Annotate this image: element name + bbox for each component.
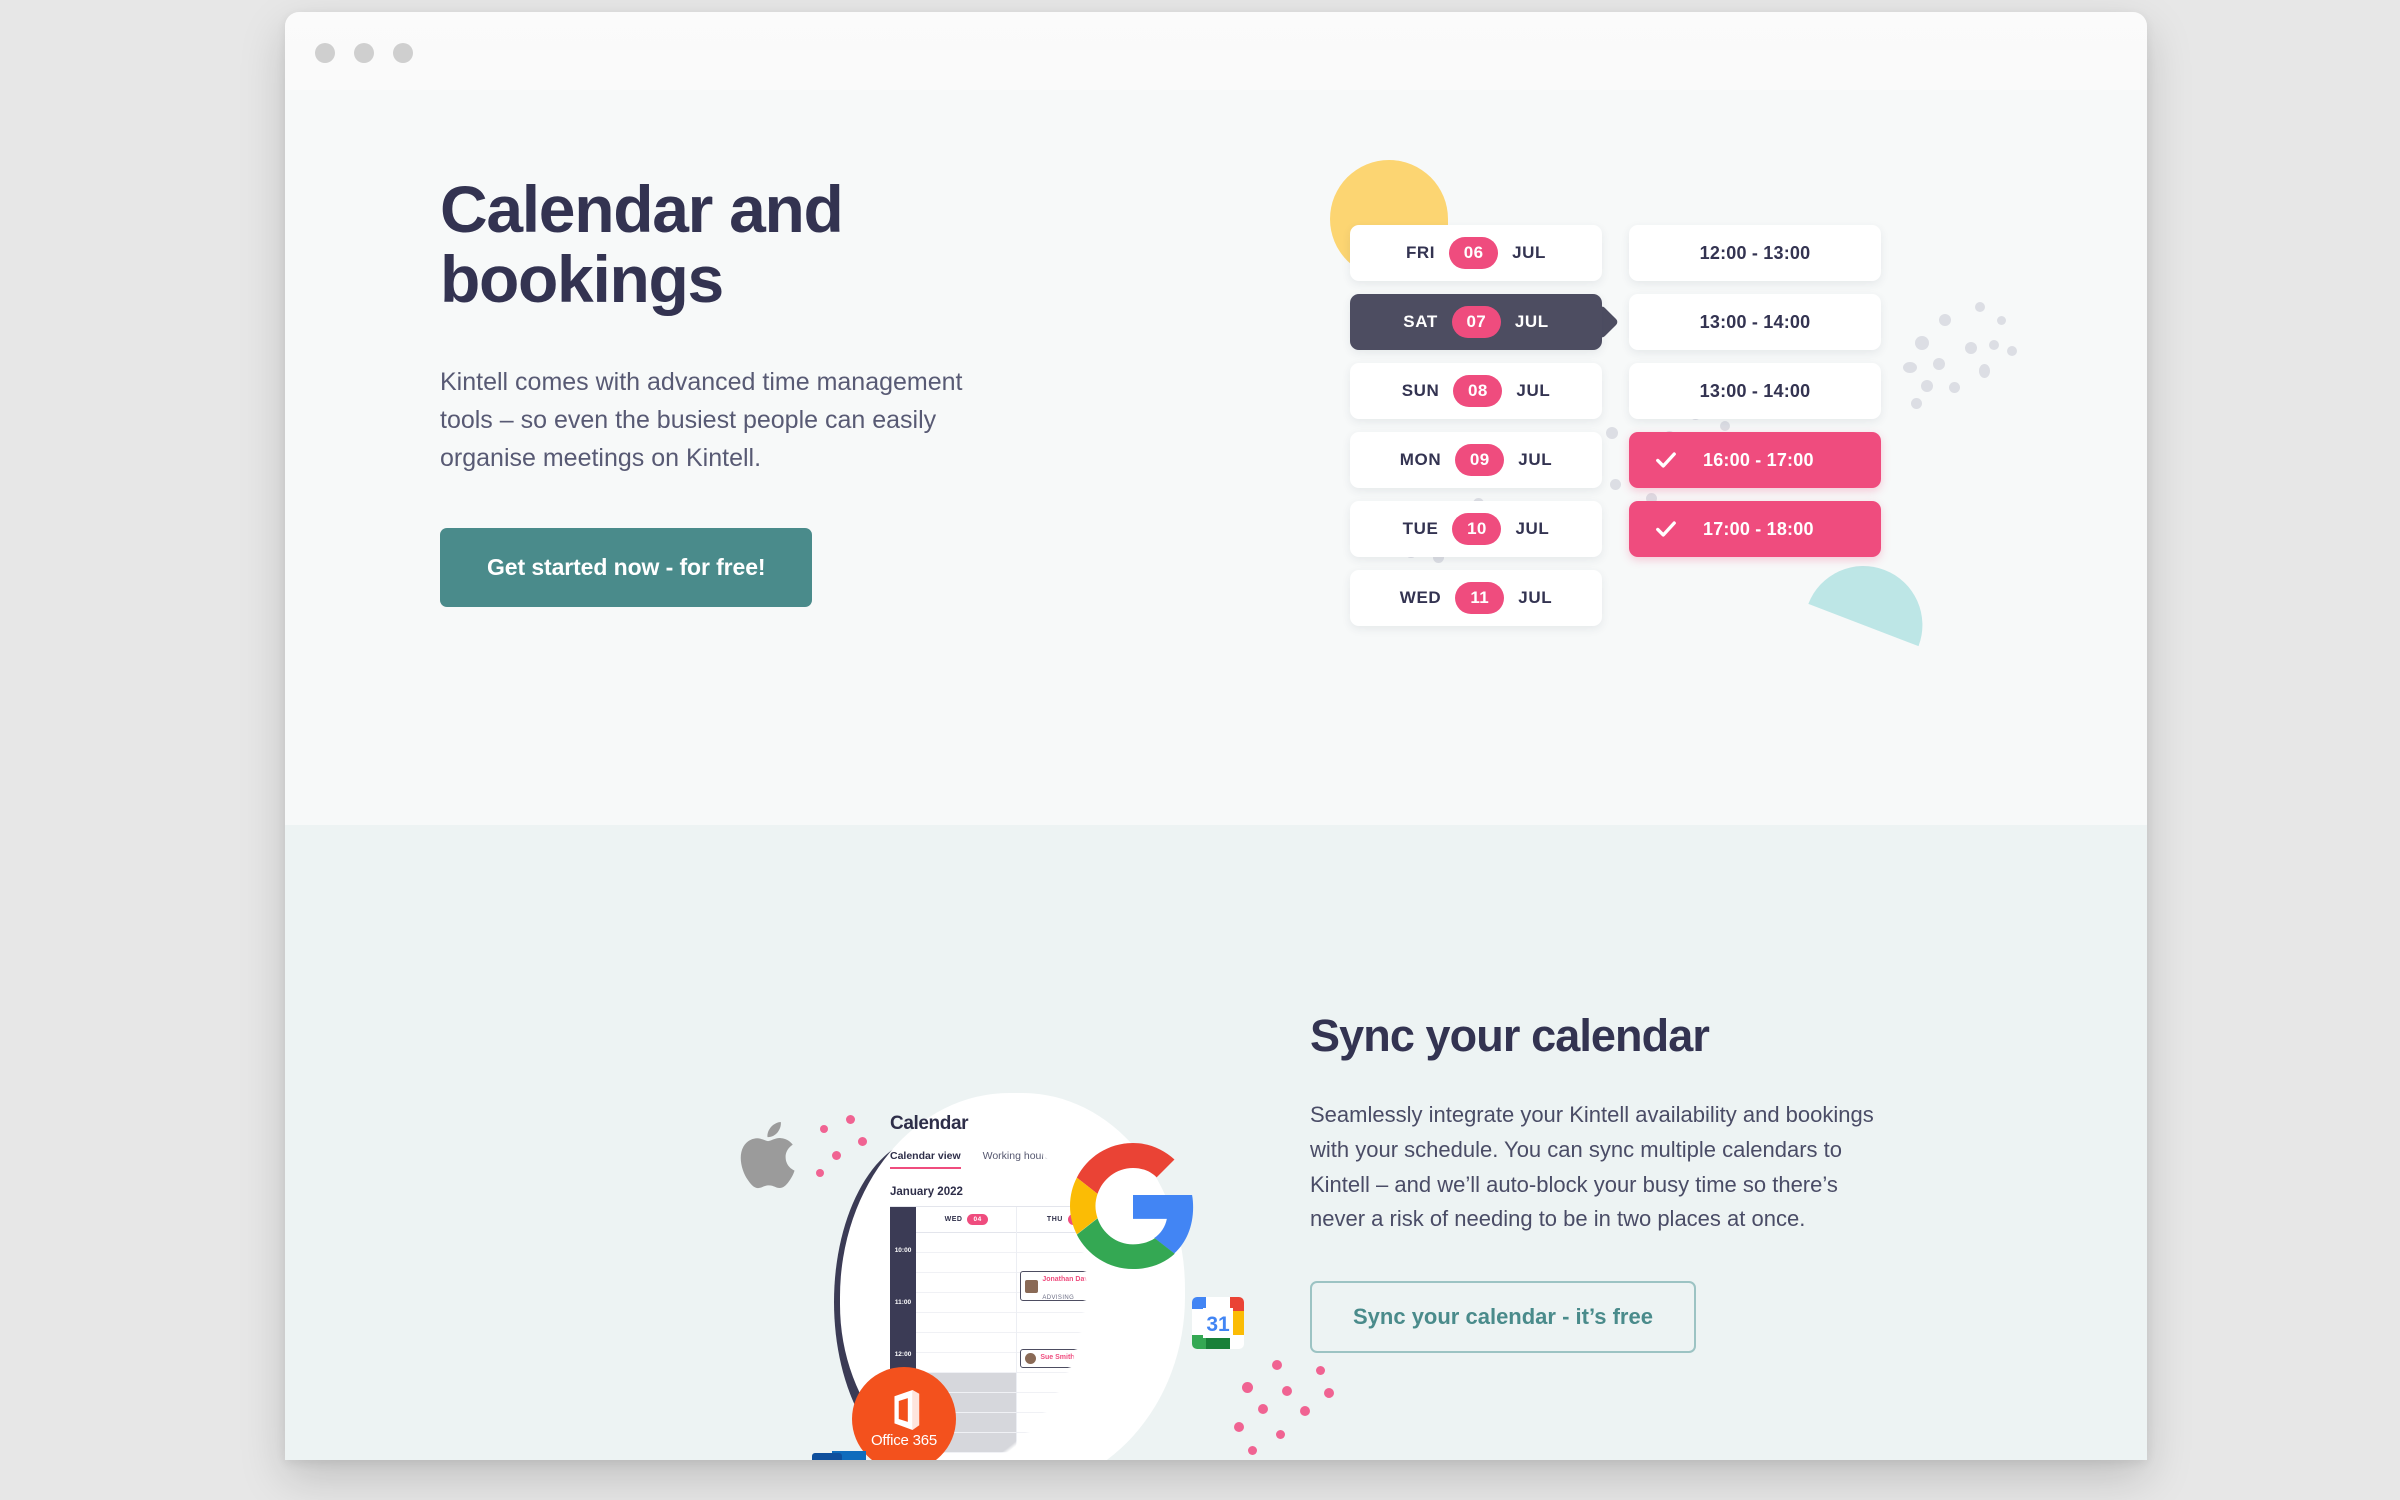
day-weekday: MON — [1399, 450, 1442, 469]
day-card-tue[interactable]: TUE 10 JUL — [1350, 501, 1602, 557]
dot-pattern-right — [1903, 302, 2017, 409]
day-date-pill: 11 — [1455, 582, 1505, 614]
timeslot-card-5-booked[interactable]: 17:00 - 18:00 — [1629, 501, 1881, 557]
office-door-icon — [894, 1389, 920, 1430]
day-weekday: FRI — [1405, 243, 1436, 262]
mock-day-date: 04 — [967, 1214, 988, 1225]
day-weekday: WED — [1399, 588, 1442, 607]
sync-paragraph: Seamlessly integrate your Kintell availa… — [1310, 1102, 1874, 1232]
timeslot-label: 16:00 - 17:00 — [1703, 449, 1814, 470]
day-month: JUL — [1515, 519, 1550, 538]
timeslot-card-4-booked[interactable]: 16:00 - 17:00 — [1629, 432, 1881, 488]
timeslot-card-2[interactable]: 13:00 - 14:00 — [1629, 294, 1881, 350]
hero-section: Calendar and bookings Kintell comes with… — [285, 90, 2147, 825]
mock-hour-label: 10:00 — [894, 1247, 912, 1254]
tab-calendar-view[interactable]: Calendar view — [890, 1150, 961, 1169]
day-date-pill: 07 — [1451, 306, 1501, 338]
sync-copy: Sync your calendar Seamlessly integrate … — [1310, 1010, 1890, 1353]
pink-dot-pattern-right — [1220, 1360, 1350, 1460]
maximize-dot[interactable] — [393, 43, 413, 63]
mock-day-weekday: THU — [1046, 1216, 1063, 1223]
timeslot-label: 13:00 - 14:00 — [1699, 311, 1811, 332]
avatar — [1025, 1353, 1037, 1364]
browser-window: Calendar and bookings Kintell comes with… — [285, 12, 2147, 1460]
scheduler-graphic: FRI 06 JUL SAT 07 JUL SUN 08 JUL MON 09 … — [1315, 150, 2017, 750]
day-card-mon[interactable]: MON 09 JUL — [1350, 432, 1602, 488]
mock-app-title: Calendar — [890, 1113, 969, 1134]
hero-paragraph: Kintell comes with advanced time managem… — [440, 367, 963, 473]
calendar-illustration: Calendar Calendar view Working hours Syn… — [740, 1075, 1380, 1460]
day-month: JUL — [1518, 450, 1553, 469]
get-started-button[interactable]: Get started now - for free! — [440, 527, 813, 607]
tab-working-hours[interactable]: Working hours — [983, 1150, 1051, 1169]
outlook-logo-icon — [812, 1447, 868, 1460]
mock-hour-label: 11:00 — [894, 1299, 912, 1306]
hero-copy: Calendar and bookings Kintell comes with… — [440, 172, 1060, 607]
page-content: Calendar and bookings Kintell comes with… — [285, 90, 2147, 1460]
day-month: JUL — [1516, 381, 1551, 400]
day-date-pill: 08 — [1453, 375, 1503, 407]
mock-event-subtitle: A — [1105, 1355, 1110, 1362]
mock-event-name: Jonathan Davies — [1042, 1276, 1098, 1283]
day-weekday: SUN — [1401, 381, 1440, 400]
mock-event-name: Mark — [1141, 1453, 1158, 1460]
timeslot-column: 12:00 - 13:00 13:00 - 14:00 13:00 - 14:0… — [1629, 225, 1881, 626]
day-card-sun[interactable]: SUN 08 JUL — [1350, 363, 1602, 419]
timeslot-label: 12:00 - 13:00 — [1699, 242, 1811, 263]
day-card-sat[interactable]: SAT 07 JUL — [1350, 294, 1602, 350]
timeslot-label: 13:00 - 14:00 — [1699, 380, 1811, 401]
mock-event-name: Sue Smith — [1040, 1354, 1075, 1362]
minimize-dot[interactable] — [354, 43, 374, 63]
google-logo-icon — [1070, 1143, 1196, 1269]
day-month: JUL — [1512, 243, 1547, 262]
google-calendar-logo-icon: 31 — [1192, 1297, 1244, 1349]
mock-event-jonathan[interactable]: Jonathan Davies ADVISING — [1020, 1271, 1115, 1301]
mock-event-subtitle: ADVISING — [1042, 1295, 1075, 1301]
day-date-pill: 09 — [1455, 444, 1505, 476]
day-weekday: SAT — [1403, 312, 1438, 331]
office-365-label: Office 365 — [870, 1431, 938, 1449]
day-date-pill: 10 — [1452, 513, 1502, 545]
hero-title-line-2: bookings — [440, 241, 724, 316]
pink-dot-pattern-left — [800, 1115, 880, 1195]
sync-title: Sync your calendar — [1310, 1010, 1710, 1061]
day-month: JUL — [1514, 312, 1549, 331]
check-icon — [1655, 518, 1677, 540]
timeslot-card-1[interactable]: 12:00 - 13:00 — [1629, 225, 1881, 281]
day-column: FRI 06 JUL SAT 07 JUL SUN 08 JUL MON 09 … — [1350, 225, 1602, 626]
avatar — [1126, 1452, 1138, 1460]
mock-event-sue[interactable]: Sue Smith A — [1020, 1349, 1115, 1368]
screenshot-root: Calendar and bookings Kintell comes with… — [0, 0, 2400, 1500]
mock-day-header: WED 04 — [916, 1207, 1017, 1233]
window-controls — [315, 43, 413, 63]
apple-logo-icon — [740, 1117, 806, 1193]
day-date-pill: 06 — [1449, 237, 1499, 269]
timeslot-label: 17:00 - 18:00 — [1703, 518, 1814, 539]
avatar — [1025, 1279, 1039, 1293]
day-weekday: TUE — [1402, 519, 1439, 538]
timeslot-card-3[interactable]: 13:00 - 14:00 — [1629, 363, 1881, 419]
svg-text:31: 31 — [1206, 1313, 1230, 1336]
page-title: Calendar and bookings — [440, 172, 1060, 316]
day-month: JUL — [1518, 588, 1553, 607]
mock-event-mark[interactable]: Mark — [1121, 1447, 1216, 1460]
hero-title-line-1: Calendar and — [440, 172, 844, 246]
scheduler-columns: FRI 06 JUL SAT 07 JUL SUN 08 JUL MON 09 … — [1350, 225, 1881, 626]
day-card-wed[interactable]: WED 11 JUL — [1350, 570, 1602, 626]
mock-day-weekday: WED — [944, 1216, 963, 1223]
close-dot[interactable] — [315, 43, 335, 63]
day-card-fri[interactable]: FRI 06 JUL — [1350, 225, 1602, 281]
check-icon — [1655, 449, 1677, 471]
mock-hour-label: 12:00 — [894, 1351, 912, 1358]
browser-titlebar — [285, 12, 2147, 90]
